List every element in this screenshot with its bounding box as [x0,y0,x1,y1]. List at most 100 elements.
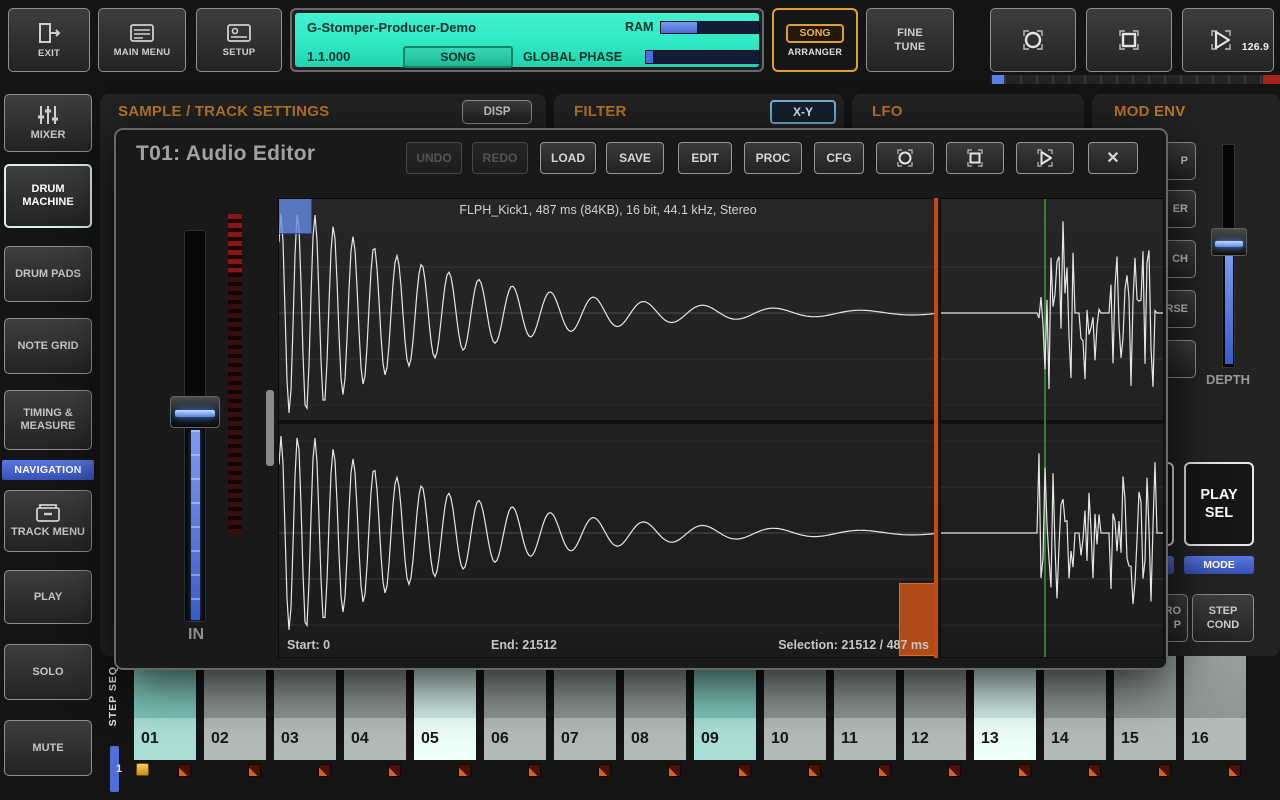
fader-handle-stripe [175,410,215,417]
exit-button[interactable]: EXIT [8,8,90,72]
record-sample-button[interactable] [876,142,934,174]
edit-button[interactable]: EDIT [678,142,732,174]
waveform-display[interactable]: FLPH_Kick1, 487 ms (84KB), 16 bit, 44.1 … [278,198,938,658]
version-label: 1.1.000 [307,49,350,64]
waveform-scrollbar[interactable] [266,390,274,466]
sidebar-item-drum-pads[interactable]: DRUM PADS [4,246,92,302]
disp-button[interactable]: DISP [462,100,532,124]
input-level-meter-hot [228,214,242,272]
stop-sample-button[interactable] [946,142,1004,174]
audio-editor-dialog: T01: Audio Editor UNDO REDO LOAD SAVE ED… [114,128,1168,670]
step-sample-icon[interactable] [528,764,541,777]
main-menu-button[interactable]: MAIN MENU [98,8,186,72]
step-01[interactable]: 01 [134,656,196,760]
step-sample-icon[interactable] [598,764,611,777]
step-15[interactable]: 15 [1114,656,1176,760]
play-sample-button[interactable] [1016,142,1074,174]
step-03[interactable]: 03 [274,656,336,760]
step-sample-icon[interactable] [1158,764,1171,777]
ram-label: RAM [625,20,653,34]
step-08[interactable]: 08 [624,656,686,760]
ram-meter-fill [661,22,697,33]
fine-tune-button[interactable]: FINE TUNE [866,8,954,72]
lfo-header: LFO [872,103,903,120]
step-number: 13 [974,718,1036,760]
step-13[interactable]: 13 [974,656,1036,760]
record-transport-button[interactable] [990,8,1076,72]
sidebar-item-timing-measure[interactable]: TIMING & MEASURE [4,390,92,450]
step-sample-icon[interactable] [1228,764,1241,777]
start-label: Start: 0 [287,638,330,652]
step-sample-icon[interactable] [668,764,681,777]
sidebar-item-note-grid[interactable]: NOTE GRID [4,318,92,374]
song-mode-button[interactable]: SONG [403,46,513,68]
step-05[interactable]: 05 [414,656,476,760]
step-09[interactable]: 09 [694,656,756,760]
load-button[interactable]: LOAD [540,142,596,174]
play-sel-button[interactable]: PLAY SEL [1184,462,1254,546]
step-07[interactable]: 07 [554,656,616,760]
input-gain-fader-fill [191,430,200,620]
song-position-bar[interactable] [990,75,1280,84]
step-sample-icon[interactable] [878,764,891,777]
step-16[interactable]: 16 [1184,656,1246,760]
step-sample-icon[interactable] [178,764,191,777]
selection-start-handle[interactable] [279,199,312,234]
step-number: 03 [274,718,336,760]
setup-button[interactable]: SETUP [196,8,282,72]
step-number: 01 [134,718,196,760]
step-sample-icon[interactable] [1088,764,1101,777]
waveform-tail-display[interactable] [940,198,1164,658]
step-11[interactable]: 11 [834,656,896,760]
step-02[interactable]: 02 [204,656,266,760]
step-sample-icon[interactable] [318,764,331,777]
step-sample-icon[interactable] [248,764,261,777]
save-button[interactable]: SAVE [606,142,664,174]
proc-button[interactable]: PROC [744,142,802,174]
close-button[interactable]: ✕ [1088,142,1138,174]
redo-button[interactable]: REDO [472,142,528,174]
xy-button[interactable]: X-Y [770,100,836,124]
input-gain-fader-handle[interactable] [170,396,220,428]
step-cond-button[interactable]: STEP COND [1192,594,1254,642]
step-number: 10 [764,718,826,760]
sidebar-item-mute[interactable]: MUTE [4,720,92,776]
fine-tune-label: FINE TUNE [886,26,934,55]
play-icon [1034,147,1056,169]
step-sample-icon[interactable] [1018,764,1031,777]
sidebar-item-play[interactable]: PLAY [4,570,92,624]
selection-end-marker[interactable] [934,198,938,658]
step-10[interactable]: 10 [764,656,826,760]
step-sample-icon[interactable] [458,764,471,777]
sidebar-item-drum-machine[interactable]: DRUM MACHINE [4,164,92,228]
sidebar-item-mixer[interactable]: MIXER [4,94,92,152]
selection-label: Selection: 21512 / 487 ms [778,638,929,652]
step-sample-icon[interactable] [948,764,961,777]
step-sample-icon[interactable] [808,764,821,777]
setup-label: SETUP [223,47,256,58]
depth-slider-handle[interactable] [1211,228,1247,256]
play-transport-button[interactable]: 126.9 [1182,8,1274,72]
step-number: 09 [694,718,756,760]
sidebar-item-track-menu[interactable]: TRACK MENU [4,490,92,552]
sidebar-item-label: TRACK MENU [11,526,85,539]
step-12[interactable]: 12 [904,656,966,760]
song-arranger-button[interactable]: SONG ARRANGER [772,8,858,72]
play-icon [1206,27,1236,53]
undo-button[interactable]: UNDO [406,142,462,174]
step-sample-icon[interactable] [738,764,751,777]
step-number: 11 [834,718,896,760]
step-14[interactable]: 14 [1044,656,1106,760]
step-06[interactable]: 06 [484,656,546,760]
exit-icon [37,22,61,44]
mixer-icon [35,104,61,126]
step-number: 05 [414,718,476,760]
sidebar-item-solo[interactable]: SOLO [4,644,92,700]
position-marker-blue [992,75,1004,84]
sidebar-item-label: PLAY [34,591,62,604]
step-sample-icon[interactable] [388,764,401,777]
stop-transport-button[interactable] [1086,8,1172,72]
step-04[interactable]: 04 [344,656,406,760]
pattern-page-number: 1 [116,763,122,775]
cfg-button[interactable]: CFG [814,142,864,174]
